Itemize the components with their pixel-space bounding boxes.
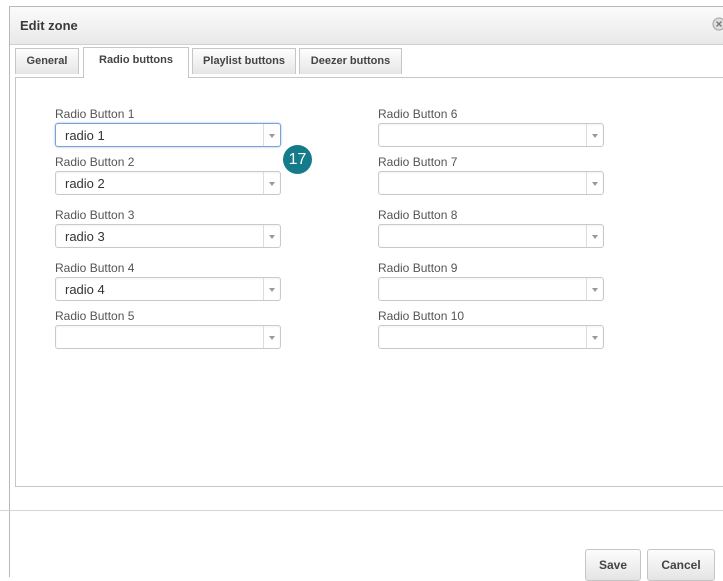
close-icon[interactable] xyxy=(712,17,723,31)
radio-button-8-select[interactable] xyxy=(378,224,604,248)
radio-button-2-field: Radio Button 2 radio 2 xyxy=(55,155,281,195)
select-value: radio 4 xyxy=(65,282,105,297)
save-button[interactable]: Save xyxy=(585,549,641,581)
radio-button-1-field: Radio Button 1 radio 1 xyxy=(55,107,281,147)
radio-button-6-field: Radio Button 6 xyxy=(378,107,604,147)
field-label: Radio Button 3 xyxy=(55,208,135,222)
field-label: Radio Button 6 xyxy=(378,107,458,121)
select-value: radio 1 xyxy=(65,128,105,143)
chevron-down-icon[interactable] xyxy=(586,124,603,146)
chevron-down-icon[interactable] xyxy=(263,225,280,247)
field-label: Radio Button 10 xyxy=(378,309,465,323)
tab-radio-buttons[interactable]: Radio buttons xyxy=(83,47,189,78)
callout-badge: 17 xyxy=(283,145,312,174)
tab-label: Radio buttons xyxy=(99,54,173,66)
tab-general[interactable]: General xyxy=(15,48,79,74)
chevron-down-icon[interactable] xyxy=(263,124,280,146)
dialog-titlebar: Edit zone xyxy=(10,7,723,45)
tab-label: Playlist buttons xyxy=(203,55,285,67)
radio-button-5-field: Radio Button 5 xyxy=(55,309,281,349)
chevron-down-icon[interactable] xyxy=(586,225,603,247)
radio-button-4-select[interactable]: radio 4 xyxy=(55,277,281,301)
tab-label: General xyxy=(26,55,68,67)
tab-label: Deezer buttons xyxy=(310,55,391,67)
field-label: Radio Button 5 xyxy=(55,309,135,323)
chevron-down-icon[interactable] xyxy=(263,326,280,348)
radio-button-4-field: Radio Button 4 radio 4 xyxy=(55,261,281,301)
radio-button-6-select[interactable] xyxy=(378,123,604,147)
chevron-down-icon[interactable] xyxy=(263,278,280,300)
chevron-down-icon[interactable] xyxy=(263,172,280,194)
tab-playlist-buttons[interactable]: Playlist buttons xyxy=(192,48,296,74)
radio-button-2-select[interactable]: radio 2 xyxy=(55,171,281,195)
chevron-down-icon[interactable] xyxy=(586,172,603,194)
chevron-down-icon[interactable] xyxy=(586,326,603,348)
footer-divider xyxy=(0,510,723,511)
field-label: Radio Button 9 xyxy=(378,261,458,275)
radio-button-3-select[interactable]: radio 3 xyxy=(55,224,281,248)
field-label: Radio Button 4 xyxy=(55,261,135,275)
chevron-down-icon[interactable] xyxy=(586,278,603,300)
radio-button-9-select[interactable] xyxy=(378,277,604,301)
radio-button-7-field: Radio Button 7 xyxy=(378,155,604,195)
select-value: radio 3 xyxy=(65,229,105,244)
field-label: Radio Button 7 xyxy=(378,155,458,169)
radio-button-5-select[interactable] xyxy=(55,325,281,349)
tab-deezer-buttons[interactable]: Deezer buttons xyxy=(299,48,402,74)
radio-button-3-field: Radio Button 3 radio 3 xyxy=(55,208,281,248)
radio-button-10-field: Radio Button 10 xyxy=(378,309,604,349)
radio-button-7-select[interactable] xyxy=(378,171,604,195)
radio-button-9-field: Radio Button 9 xyxy=(378,261,604,301)
select-value: radio 2 xyxy=(65,176,105,191)
dialog-title: Edit zone xyxy=(20,18,78,33)
cancel-button[interactable]: Cancel xyxy=(647,549,715,581)
field-label: Radio Button 8 xyxy=(378,208,458,222)
field-label: Radio Button 1 xyxy=(55,107,135,121)
radio-button-1-select[interactable]: radio 1 xyxy=(55,123,281,147)
radio-button-8-field: Radio Button 8 xyxy=(378,208,604,248)
radio-button-10-select[interactable] xyxy=(378,325,604,349)
field-label: Radio Button 2 xyxy=(55,155,135,169)
